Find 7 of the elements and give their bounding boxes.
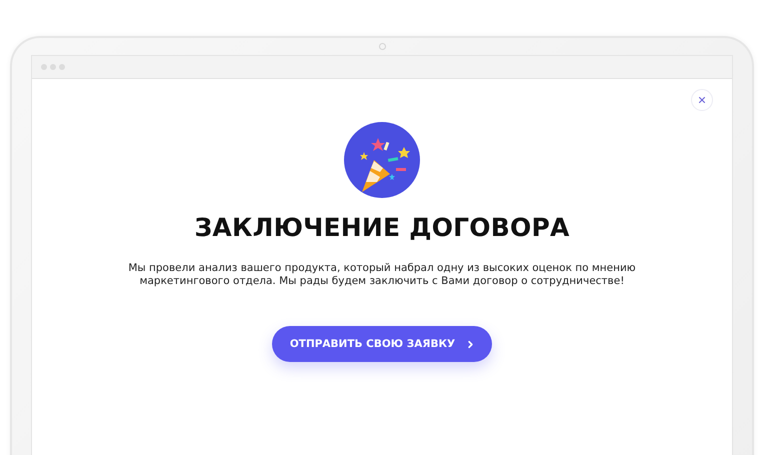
dialog-text: Мы провели анализ вашего продукта, который набрал одну из высоких оценок по мнению маркетингового отдела. Мы рады будем заключить с Вами договор о сотрудничестве! — [127, 262, 637, 288]
party-popper-icon — [344, 122, 420, 198]
close-icon — [697, 95, 707, 105]
camera-icon — [378, 43, 386, 50]
submit-button[interactable]: ОТПРАВИТЬ СВОЮ ЗАЯВКУ — [272, 326, 492, 362]
dialog-title: ЗАКЛЮЧЕНИЕ ДОГОВОРА — [194, 213, 570, 242]
close-button[interactable] — [691, 89, 713, 111]
